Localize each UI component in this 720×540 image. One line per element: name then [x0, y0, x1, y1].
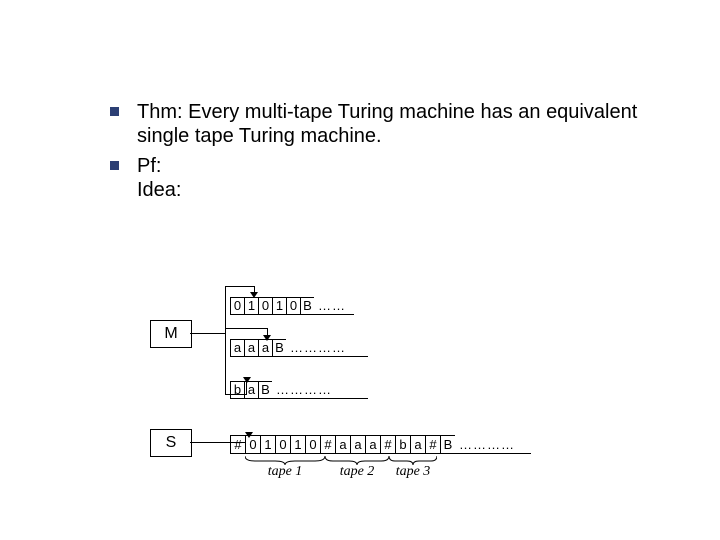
tape-cell: 0: [305, 435, 320, 454]
tape-cell: 1: [244, 297, 258, 315]
tape-cell: B: [272, 339, 286, 357]
brace-label: tape 1: [268, 464, 303, 479]
tape-cell: #: [320, 435, 335, 454]
single-tape-machine-box: S: [150, 429, 192, 457]
tape-cell: 1: [272, 297, 286, 315]
bullet-proof: Pf: Idea:: [110, 154, 680, 202]
wire: [225, 328, 267, 329]
wire: [225, 286, 254, 287]
bullet-proof-text: Pf: Idea:: [137, 154, 181, 202]
tape-cell: 1: [290, 435, 305, 454]
tape-cell: a: [244, 381, 258, 399]
tape-trail: …………: [455, 436, 531, 454]
brace-tape-3: tape 3: [389, 456, 437, 479]
tape-cell: 0: [245, 435, 260, 454]
tape-cell: 0: [230, 297, 244, 315]
bullet-square-icon: [110, 107, 119, 116]
tape-cell: a: [410, 435, 425, 454]
tape-cell: a: [335, 435, 350, 454]
tape-cell: B: [300, 297, 314, 315]
tape-3: b a B …………: [230, 381, 368, 399]
tape-cell: a: [244, 339, 258, 357]
tape-cell: B: [258, 381, 272, 399]
multi-tape-machine-box: M: [150, 320, 192, 348]
brace-label: tape 2: [340, 464, 375, 479]
tape-cell: 0: [286, 297, 300, 315]
brace-label: tape 3: [396, 464, 431, 479]
diagram: M 0 1 0 1 0 B …… a a a B …………: [130, 280, 680, 510]
tape-cell: B: [440, 435, 455, 454]
brace-tape-2: tape 2: [325, 456, 389, 479]
tape-cell: 1: [260, 435, 275, 454]
tape-1: 0 1 0 1 0 B ……: [230, 297, 354, 315]
bullet-theorem: Thm: Every multi-tape Turing machine has…: [110, 100, 680, 148]
tape-cell: a: [258, 339, 272, 357]
tape-cell: a: [350, 435, 365, 454]
tape-cell: #: [230, 435, 245, 454]
single-tape: # 0 1 0 1 0 # a a a # b a # B …………: [230, 435, 531, 454]
wire: [225, 286, 226, 394]
tape-cell: a: [230, 339, 244, 357]
brace-tape-1: tape 1: [245, 456, 325, 479]
tape-cell: #: [425, 435, 440, 454]
slide: Thm: Every multi-tape Turing machine has…: [0, 0, 720, 540]
tape-cell: b: [230, 381, 244, 399]
tape-trail: ……: [314, 298, 354, 315]
tape-cell: 0: [275, 435, 290, 454]
tape-trail: …………: [272, 382, 368, 399]
tape-trail: …………: [286, 340, 368, 357]
tape-cell: a: [365, 435, 380, 454]
wire: [190, 333, 225, 334]
tape-2: a a a B …………: [230, 339, 368, 357]
tape-cell: #: [380, 435, 395, 454]
multi-tape-machine-label: M: [164, 325, 177, 342]
idea-label: Idea:: [137, 179, 181, 201]
brace-row: tape 1 tape 2 tape 3: [230, 456, 437, 479]
bullet-theorem-text: Thm: Every multi-tape Turing machine has…: [137, 100, 680, 148]
bullet-square-icon: [110, 161, 119, 170]
proof-label: Pf:: [137, 155, 161, 177]
tape-cell: 0: [258, 297, 272, 315]
tape-cell: b: [395, 435, 410, 454]
single-tape-machine-label: S: [166, 434, 177, 451]
